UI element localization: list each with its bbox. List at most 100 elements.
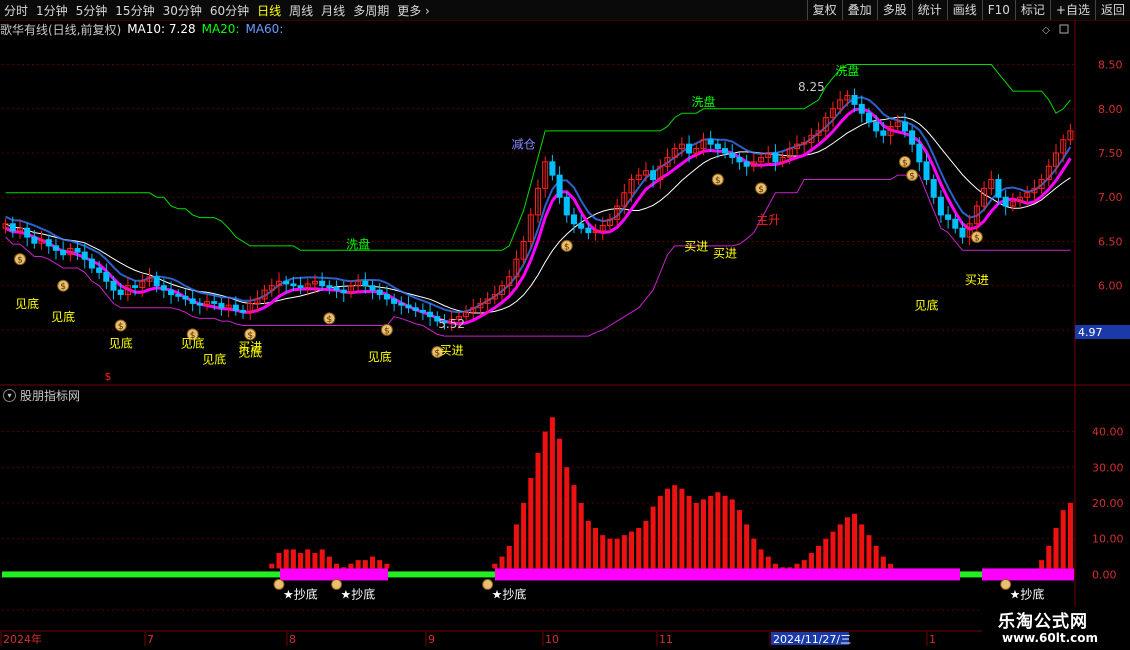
chart-annotation: 见底 bbox=[51, 309, 75, 324]
indicator-bar bbox=[708, 495, 714, 569]
indicator-bar bbox=[276, 553, 282, 569]
indicator-bar bbox=[549, 417, 555, 569]
maximize-icon bbox=[1059, 24, 1069, 34]
indicator-bar bbox=[578, 503, 584, 569]
indicator-bar bbox=[808, 553, 814, 569]
candle-body bbox=[930, 179, 937, 198]
money-bag-glyph: $ bbox=[326, 315, 332, 325]
candle-body bbox=[570, 214, 577, 225]
indicator-bar bbox=[801, 560, 807, 569]
indicator-bar bbox=[1067, 503, 1073, 569]
xaxis-label: 7 bbox=[147, 633, 154, 646]
indicator-bar bbox=[744, 524, 750, 569]
candle-body bbox=[585, 227, 592, 234]
candle-body bbox=[326, 285, 333, 288]
indicator-bar bbox=[1046, 545, 1052, 569]
sub-ytick: 40.00 bbox=[1092, 426, 1124, 439]
indicator-bar bbox=[377, 560, 383, 569]
chart-annotation: 买进 bbox=[713, 246, 737, 260]
main-ytick: 7.00 bbox=[1098, 191, 1123, 204]
indicator-bar bbox=[888, 563, 894, 569]
money-bag-glyph: $ bbox=[902, 158, 908, 168]
candle-body bbox=[873, 121, 880, 132]
indicator-bar bbox=[866, 535, 872, 569]
indicator-bar bbox=[348, 563, 354, 569]
candle-body bbox=[412, 307, 419, 311]
indicator-bar bbox=[787, 567, 793, 569]
chart-annotation: 见底 bbox=[15, 296, 39, 311]
candle-body bbox=[211, 301, 218, 304]
candle-body bbox=[722, 148, 729, 154]
indicator-bar bbox=[765, 556, 771, 569]
buy-signal-label: ★抄底 bbox=[341, 586, 376, 601]
candle-body bbox=[168, 289, 175, 296]
candle-body bbox=[175, 294, 182, 297]
candle-body bbox=[376, 289, 383, 296]
chart-annotation: 买进 bbox=[684, 239, 708, 253]
baseline-magenta bbox=[495, 568, 960, 581]
candle-body bbox=[419, 309, 426, 313]
indicator-bar bbox=[355, 560, 361, 569]
indicator-bar bbox=[362, 560, 368, 569]
buy-signal-label: ★抄底 bbox=[283, 586, 318, 601]
candle-body bbox=[707, 139, 714, 145]
indicator-bar bbox=[852, 513, 858, 569]
candle-body bbox=[578, 223, 585, 229]
xaxis-label: 9 bbox=[428, 633, 435, 646]
money-bag-glyph: $ bbox=[118, 322, 124, 332]
candle-body bbox=[369, 285, 376, 291]
candle-body bbox=[736, 156, 743, 163]
chart-annotation: 见底 bbox=[202, 352, 226, 367]
main-ytick: 8.50 bbox=[1098, 59, 1123, 72]
candle-body bbox=[117, 289, 124, 296]
indicator-bar bbox=[823, 538, 829, 569]
money-bag-glyph: $ bbox=[60, 282, 66, 292]
baseline-green bbox=[2, 571, 282, 578]
candle-body bbox=[686, 143, 693, 154]
candle-body bbox=[110, 280, 117, 291]
indicator-bar bbox=[600, 535, 606, 569]
indicator-bar bbox=[305, 549, 311, 569]
watermark-title: 乐淘公式网 bbox=[998, 612, 1088, 632]
candle-body bbox=[340, 289, 347, 294]
indicator-bar bbox=[844, 517, 850, 569]
candle-body bbox=[563, 196, 570, 216]
candle-body bbox=[362, 280, 369, 287]
indicator-bar bbox=[880, 556, 886, 569]
indicator-bar bbox=[521, 503, 527, 569]
candle-body bbox=[916, 143, 923, 163]
candle-body bbox=[31, 236, 38, 244]
money-bag-glyph: $ bbox=[974, 234, 980, 244]
candle-body bbox=[398, 302, 405, 306]
baseline-green bbox=[385, 571, 495, 578]
money-bag-glyph: $ bbox=[758, 185, 764, 195]
chart-annotation: 见底 bbox=[915, 298, 939, 313]
candle-body bbox=[283, 280, 290, 285]
candle-body bbox=[714, 143, 721, 150]
indicator-bar bbox=[686, 495, 692, 569]
candle-body bbox=[556, 174, 563, 198]
candle-body bbox=[196, 302, 203, 306]
indicator-bar bbox=[643, 520, 649, 569]
candle-body bbox=[729, 152, 736, 158]
candle-body bbox=[383, 294, 390, 300]
chart-annotation: 主升 bbox=[756, 213, 780, 227]
indicator-bar bbox=[513, 524, 519, 569]
indicator-bar bbox=[715, 492, 721, 569]
main-ytick: 7.50 bbox=[1098, 147, 1123, 160]
candle-body bbox=[880, 130, 887, 136]
candle-body bbox=[909, 130, 916, 145]
kline-chart[interactable]: 8.508.007.507.006.506.005.5040.0030.0020… bbox=[0, 0, 1130, 650]
chart-annotation: 见底 bbox=[181, 336, 205, 351]
candle-body bbox=[240, 309, 247, 313]
candle-body bbox=[88, 258, 95, 269]
indicator-bar bbox=[650, 506, 656, 569]
chart-annotation: 见底 bbox=[368, 349, 392, 364]
sub-ytick: 10.00 bbox=[1092, 533, 1124, 546]
xaxis-label: 1 bbox=[929, 633, 936, 646]
candle-body bbox=[74, 248, 81, 253]
indicator-bar bbox=[564, 467, 570, 569]
indicator-bar bbox=[830, 531, 836, 569]
indicator-bar bbox=[780, 567, 786, 569]
indicator-bar bbox=[679, 488, 685, 569]
